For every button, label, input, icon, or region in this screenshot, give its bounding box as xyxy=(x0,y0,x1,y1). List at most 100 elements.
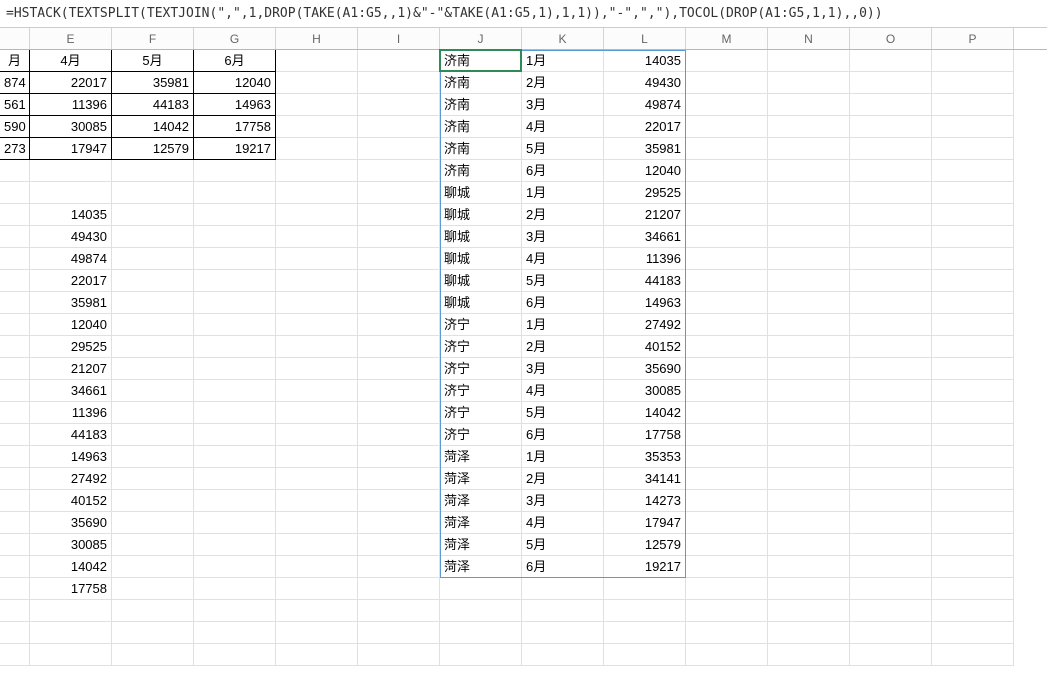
cell[interactable]: 12579 xyxy=(604,534,686,556)
cell[interactable] xyxy=(686,72,768,94)
cell[interactable] xyxy=(932,138,1014,160)
cell[interactable] xyxy=(686,226,768,248)
cell[interactable] xyxy=(276,490,358,512)
cell[interactable] xyxy=(276,644,358,666)
cell[interactable] xyxy=(0,182,30,204)
cell[interactable] xyxy=(0,270,30,292)
cell[interactable] xyxy=(686,490,768,512)
cell[interactable] xyxy=(850,182,932,204)
column-header[interactable]: G xyxy=(194,28,276,49)
cell[interactable] xyxy=(112,314,194,336)
cell[interactable] xyxy=(686,248,768,270)
cell[interactable] xyxy=(932,402,1014,424)
cell[interactable] xyxy=(358,160,440,182)
cell[interactable] xyxy=(358,336,440,358)
cell[interactable] xyxy=(850,116,932,138)
cell[interactable] xyxy=(276,270,358,292)
cell[interactable] xyxy=(850,358,932,380)
cell[interactable] xyxy=(604,600,686,622)
cell[interactable]: 6月 xyxy=(522,556,604,578)
cell[interactable]: 菏泽 xyxy=(440,556,522,578)
cell[interactable]: 聊城 xyxy=(440,248,522,270)
cell[interactable] xyxy=(30,600,112,622)
cell[interactable] xyxy=(112,644,194,666)
cell[interactable]: 济南 xyxy=(440,138,522,160)
cell[interactable] xyxy=(686,182,768,204)
cell[interactable]: 5月 xyxy=(522,534,604,556)
cell[interactable] xyxy=(0,402,30,424)
cell[interactable] xyxy=(0,644,30,666)
cell[interactable] xyxy=(276,600,358,622)
cell[interactable] xyxy=(194,622,276,644)
cell[interactable] xyxy=(850,512,932,534)
cell[interactable] xyxy=(112,380,194,402)
cell[interactable]: 27492 xyxy=(604,314,686,336)
cell[interactable]: 济宁 xyxy=(440,402,522,424)
cell[interactable]: 12040 xyxy=(194,72,276,94)
cell[interactable] xyxy=(358,512,440,534)
cell[interactable] xyxy=(194,600,276,622)
cell[interactable] xyxy=(276,50,358,72)
cell[interactable] xyxy=(768,292,850,314)
cell[interactable]: 21207 xyxy=(604,204,686,226)
cell[interactable] xyxy=(194,248,276,270)
cell[interactable] xyxy=(686,270,768,292)
cell[interactable] xyxy=(932,578,1014,600)
cell[interactable]: 29525 xyxy=(604,182,686,204)
column-header[interactable] xyxy=(0,28,30,49)
cell[interactable] xyxy=(112,402,194,424)
cell[interactable] xyxy=(0,248,30,270)
cell[interactable]: 11396 xyxy=(30,94,112,116)
cell[interactable] xyxy=(358,424,440,446)
cell[interactable]: 1月 xyxy=(522,314,604,336)
cell[interactable] xyxy=(194,292,276,314)
cell[interactable] xyxy=(358,380,440,402)
cell[interactable] xyxy=(932,72,1014,94)
cell[interactable]: 19217 xyxy=(604,556,686,578)
cell[interactable] xyxy=(194,204,276,226)
cell[interactable] xyxy=(276,468,358,490)
cell[interactable] xyxy=(194,446,276,468)
cell[interactable]: 聊城 xyxy=(440,226,522,248)
formula-bar[interactable]: =HSTACK(TEXTSPLIT(TEXTJOIN(",",1,DROP(TA… xyxy=(0,0,1047,28)
cell[interactable]: 14963 xyxy=(30,446,112,468)
column-header[interactable]: I xyxy=(358,28,440,49)
cell[interactable]: 12040 xyxy=(604,160,686,182)
cell[interactable] xyxy=(850,424,932,446)
cell[interactable] xyxy=(0,204,30,226)
cell[interactable] xyxy=(686,402,768,424)
cell[interactable] xyxy=(768,468,850,490)
cell[interactable] xyxy=(768,182,850,204)
cell[interactable] xyxy=(850,94,932,116)
cell[interactable]: 44183 xyxy=(30,424,112,446)
cell[interactable] xyxy=(686,424,768,446)
cell[interactable]: 14042 xyxy=(604,402,686,424)
cell[interactable] xyxy=(194,512,276,534)
cell[interactable] xyxy=(686,600,768,622)
cell[interactable] xyxy=(768,446,850,468)
cell[interactable]: 3月 xyxy=(522,226,604,248)
cell[interactable]: 济宁 xyxy=(440,336,522,358)
cell[interactable] xyxy=(30,182,112,204)
cell[interactable] xyxy=(194,380,276,402)
cell[interactable] xyxy=(112,578,194,600)
cell[interactable] xyxy=(358,578,440,600)
cell[interactable] xyxy=(768,424,850,446)
cell[interactable] xyxy=(768,358,850,380)
column-header[interactable]: O xyxy=(850,28,932,49)
cell[interactable] xyxy=(932,50,1014,72)
cell[interactable] xyxy=(358,490,440,512)
cell[interactable] xyxy=(112,182,194,204)
cell[interactable] xyxy=(358,358,440,380)
cell[interactable] xyxy=(522,578,604,600)
cell[interactable]: 3月 xyxy=(522,94,604,116)
cell[interactable] xyxy=(522,600,604,622)
cell[interactable] xyxy=(932,248,1014,270)
cell[interactable] xyxy=(768,402,850,424)
cell[interactable] xyxy=(276,402,358,424)
cell[interactable] xyxy=(768,204,850,226)
cell[interactable]: 30085 xyxy=(30,534,112,556)
cell[interactable] xyxy=(112,600,194,622)
cell[interactable]: 14273 xyxy=(604,490,686,512)
cell[interactable] xyxy=(0,336,30,358)
